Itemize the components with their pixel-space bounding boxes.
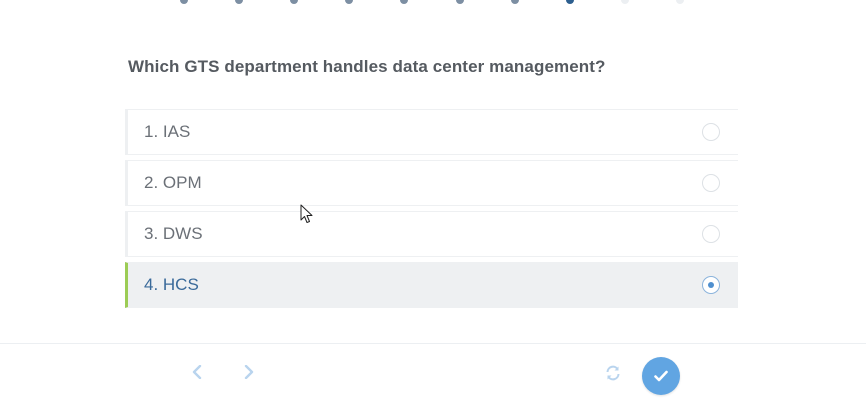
progress-dot (290, 0, 298, 4)
answer-option-label: 2. OPM (144, 173, 202, 192)
answer-option-1[interactable]: 1. IAS (125, 109, 738, 155)
radio-button[interactable] (702, 123, 720, 141)
progress-dot (400, 0, 408, 4)
answer-option-4[interactable]: 4. HCS (125, 262, 738, 308)
chevron-left-icon (192, 365, 202, 379)
check-icon (654, 370, 668, 382)
progress-dot (676, 0, 684, 4)
answer-option-3[interactable]: 3. DWS (125, 211, 738, 257)
answer-option-label: 1. IAS (144, 122, 191, 141)
next-button[interactable] (239, 362, 259, 384)
progress-dot (345, 0, 353, 4)
refresh-button[interactable] (604, 364, 622, 382)
chevron-right-icon (244, 365, 254, 379)
progress-dot (456, 0, 464, 4)
answer-options: 1. IAS 2. OPM 3. DWS 4. HCS (125, 109, 738, 313)
radio-button[interactable] (702, 174, 720, 192)
prev-button[interactable] (187, 362, 207, 384)
refresh-icon (606, 365, 620, 381)
question-text: Which GTS department handles data center… (128, 57, 606, 76)
radio-button[interactable] (702, 225, 720, 243)
progress-dot (621, 0, 629, 4)
footer-divider (0, 343, 866, 344)
answer-option-2[interactable]: 2. OPM (125, 160, 738, 206)
answer-option-label: 4. HCS (144, 275, 199, 294)
progress-dots (0, 0, 866, 6)
progress-dot (235, 0, 243, 4)
progress-dot (180, 0, 188, 4)
submit-button[interactable] (642, 357, 680, 395)
mouse-cursor-icon (300, 204, 313, 223)
progress-dot (511, 0, 519, 4)
progress-dot-current (566, 0, 574, 4)
radio-button-selected[interactable] (702, 276, 720, 294)
answer-option-label: 3. DWS (144, 224, 203, 243)
